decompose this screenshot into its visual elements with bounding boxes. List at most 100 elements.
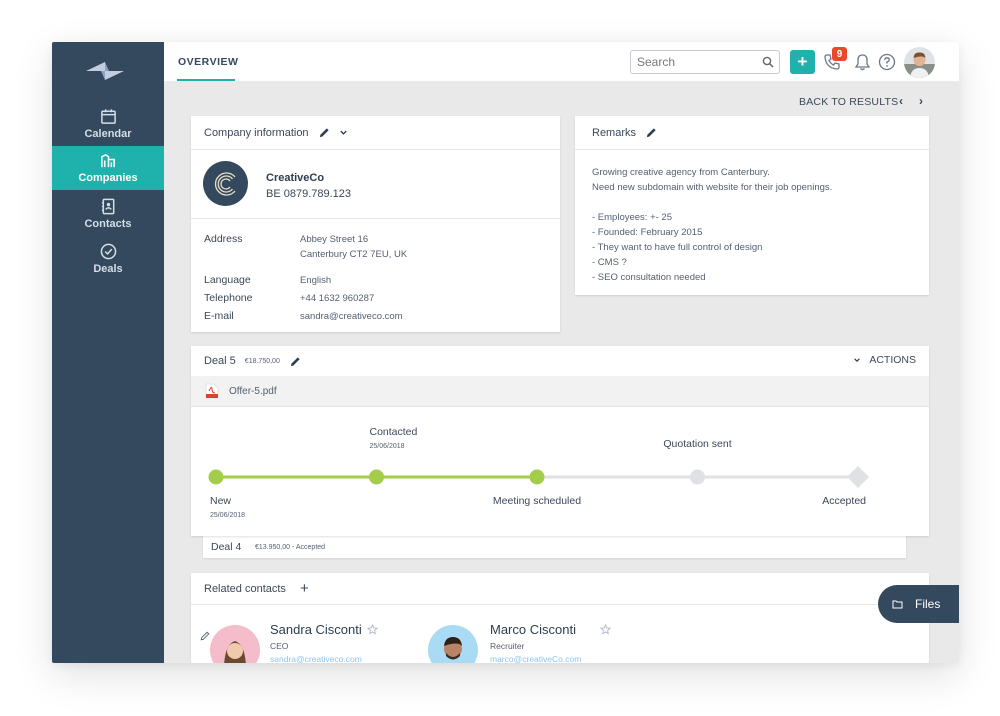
search-input[interactable] [637, 55, 757, 69]
card-header: Company information [191, 116, 560, 150]
related-contacts-card: Related contacts + Sandra Cisconti CEO s… [191, 573, 929, 663]
email-label: E-mail [204, 310, 234, 322]
folder-icon [892, 600, 903, 609]
contact-email[interactable]: marco@creativeCo.com [490, 654, 581, 663]
pipeline-stage-dot [529, 469, 545, 485]
address-label: Address [204, 233, 243, 245]
edit-pencil-icon[interactable] [646, 127, 657, 138]
pipeline-stage-dot [369, 469, 384, 485]
deal-title: Deal 5 [204, 355, 236, 367]
contact-photo [210, 625, 260, 663]
language-label: Language [204, 274, 251, 286]
company-name: CreativeCo [266, 172, 325, 184]
company-logo [203, 161, 248, 206]
deal-4-title: Deal 4 [211, 541, 242, 553]
tab-overview[interactable]: OVERVIEW [178, 56, 238, 68]
calendar-icon [100, 109, 116, 124]
contact-email[interactable]: sandra@creativeco.com [270, 654, 362, 663]
active-tab-indicator [177, 79, 235, 81]
card-title: Company information [204, 126, 309, 139]
back-to-results-link[interactable]: BACK TO RESULTS [799, 96, 898, 108]
user-avatar[interactable] [904, 47, 935, 78]
remark-line: - CMS ? [592, 257, 627, 268]
remark-line: Need new subdomain with website for thei… [592, 182, 833, 193]
edit-pencil-icon[interactable] [290, 356, 301, 367]
sidebar-item-contacts[interactable]: Contacts [52, 192, 164, 236]
pipeline-stage-date: 25/06/2018 [369, 443, 405, 450]
pipeline-stage-label: Meeting scheduled [492, 495, 582, 507]
address-line-2: Canterbury CT2 7EU, UK [300, 249, 408, 260]
pipeline-stage-date: 25/06/2018 [210, 512, 246, 519]
address-line-1: Abbey Street 16 [300, 234, 369, 245]
app-window: Calendar Companies Contacts Deals OVERVI… [52, 42, 959, 663]
contact-book-icon [101, 198, 114, 215]
topbar: OVERVIEW + 9 [164, 42, 959, 81]
company-vat-number: BE 0879.789.123 [266, 188, 352, 200]
remarks-text: Growing creative agency from Canterbury.… [592, 165, 832, 285]
chevron-down-icon [854, 358, 861, 363]
remark-line: - Founded: February 2015 [592, 227, 703, 238]
card-header: Deal 5 €18.750,00 [191, 346, 929, 376]
file-name: Offer-5.pdf [229, 385, 277, 397]
bell-icon[interactable] [854, 53, 871, 71]
sidebar-item-companies[interactable]: Companies [52, 146, 164, 190]
buildings-icon [100, 153, 115, 168]
email-value: sandra@creativeco.com [300, 311, 403, 322]
sidebar-item-deals[interactable]: Deals [52, 237, 164, 281]
files-label: Files [915, 597, 941, 611]
sidebar-item-calendar[interactable]: Calendar [52, 102, 164, 146]
pipeline-stage-label: Contacted [369, 426, 418, 438]
add-button[interactable]: + [790, 50, 815, 74]
contact-name[interactable]: Sandra Cisconti [270, 622, 362, 637]
card-title: Remarks [592, 126, 637, 139]
search-icon[interactable] [762, 56, 774, 68]
sidebar-item-label: Deals [93, 263, 123, 275]
contact-photo [428, 625, 478, 663]
actions-label: ACTIONS [869, 354, 916, 366]
telephone-label: Telephone [204, 292, 253, 304]
remark-line: - SEO consultation needed [592, 272, 706, 283]
sidebar-item-label: Calendar [84, 128, 132, 140]
star-icon[interactable] [367, 624, 378, 635]
search-box[interactable] [630, 50, 780, 74]
sidebar-item-label: Companies [78, 172, 138, 184]
deal-5-card: Deal 5 €18.750,00 ACTIONS Offer-5.pdf Ne… [191, 346, 929, 536]
chevron-down-icon[interactable] [339, 128, 348, 137]
pdf-file-icon [205, 383, 219, 399]
deal-pipeline: New 25/06/2018 Contacted 25/06/2018 Meeting … [191, 408, 929, 536]
pipeline-stage-dot [690, 469, 705, 485]
sidebar: Calendar Companies Contacts Deals [52, 42, 164, 663]
help-icon[interactable] [878, 53, 896, 71]
company-information-card: Company information CreativeCo BE 0879.7… [191, 116, 560, 332]
edit-pencil-icon[interactable] [200, 631, 210, 641]
card-header: Related contacts + [191, 573, 929, 605]
contact-role: CEO [270, 641, 289, 651]
card-title: Related contacts [204, 582, 286, 595]
add-contact-button[interactable]: + [300, 580, 309, 597]
sidebar-item-label: Contacts [84, 218, 132, 230]
files-button[interactable]: Files [878, 585, 959, 623]
remark-line: - Employees: +- 25 [592, 212, 672, 223]
contact-role: Recruiter [490, 641, 525, 651]
card-header: Remarks [575, 116, 929, 150]
remark-line: Growing creative agency from Canterbury. [592, 167, 770, 178]
next-result-button[interactable]: › [919, 94, 923, 108]
pipeline-stage-label: New [210, 495, 232, 507]
actions-dropdown[interactable]: ACTIONS [853, 354, 916, 366]
edit-pencil-icon[interactable] [319, 127, 330, 138]
pipeline-track [208, 466, 869, 488]
app-logo-icon[interactable] [86, 60, 124, 82]
file-attachment[interactable]: Offer-5.pdf [191, 376, 929, 407]
star-icon[interactable] [600, 624, 611, 635]
contact-name[interactable]: Marco Cisconti [490, 622, 576, 637]
remark-line [592, 195, 832, 210]
divider [191, 218, 560, 219]
pipeline-stage-dot [208, 469, 224, 485]
pipeline-stage-label: Quotation sent [663, 438, 732, 450]
deal-4-meta: €13.950,00 - Accepted [255, 544, 326, 551]
check-circle-icon [100, 243, 116, 260]
previous-result-button[interactable]: ‹ [899, 94, 903, 108]
language-value: English [300, 275, 332, 286]
deal-amount: €18.750,00 [244, 357, 280, 365]
notification-badge: 9 [832, 47, 847, 61]
